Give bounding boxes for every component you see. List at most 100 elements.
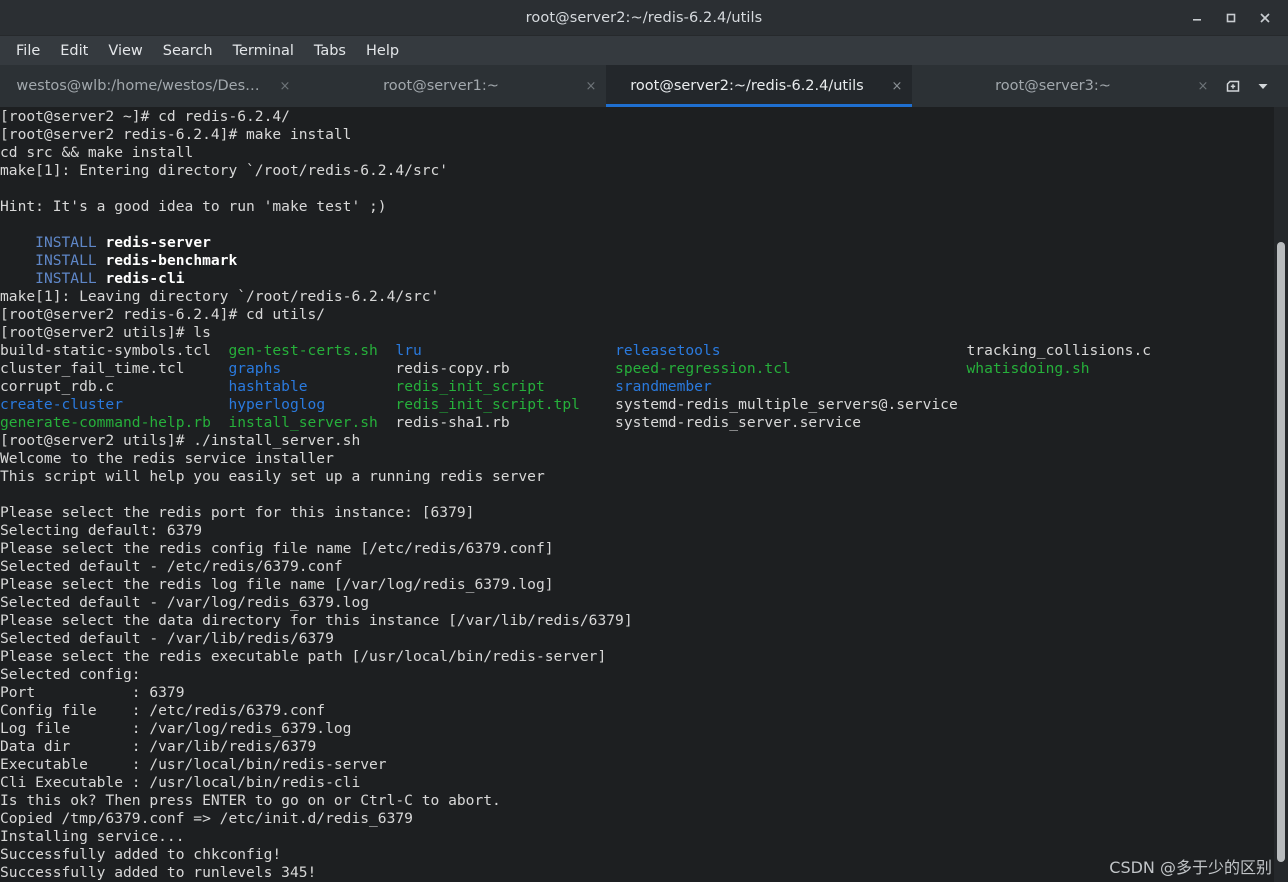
terminal-text: [root@server2 utils]# ./install_server.s… bbox=[0, 432, 361, 449]
terminal-screen[interactable]: [root@server2 ~]# cd redis-6.2.4/ [root@s… bbox=[0, 107, 1288, 882]
terminal-line: [root@server2 utils]# ./install_server.s… bbox=[0, 432, 1288, 450]
terminal-text: Successfully added to chkconfig! bbox=[0, 846, 282, 863]
terminal-line: build-static-symbols.tcl gen-test-certs.… bbox=[0, 342, 1288, 360]
terminal-text: Port : 6379 bbox=[0, 684, 185, 701]
menu-item-terminal[interactable]: Terminal bbox=[223, 40, 304, 62]
terminal-text: redis_init_script.tpl bbox=[395, 396, 580, 413]
terminal-line: INSTALL redis-benchmark bbox=[0, 252, 1288, 270]
terminal-line: INSTALL redis-server bbox=[0, 234, 1288, 252]
terminal-line: Selected default - /var/lib/redis/6379 bbox=[0, 630, 1288, 648]
minimize-icon[interactable] bbox=[1180, 3, 1214, 33]
terminal-text: Please select the redis port for this in… bbox=[0, 504, 475, 521]
terminal-text: Installing service... bbox=[0, 828, 185, 845]
scrollbar-thumb[interactable] bbox=[1277, 242, 1285, 862]
tab-label: root@server1:~ bbox=[383, 78, 499, 94]
tab-bar-actions bbox=[1218, 65, 1284, 107]
terminal-line: Is this ok? Then press ENTER to go on or… bbox=[0, 792, 1288, 810]
terminal-line: cd src && make install bbox=[0, 144, 1288, 162]
terminal-text: Selected config: bbox=[0, 666, 141, 683]
terminal-text: Cli Executable : /usr/local/bin/redis-cl… bbox=[0, 774, 361, 791]
terminal-text: gen-test-certs.sh bbox=[228, 342, 378, 359]
terminal-text: Selected default - /etc/redis/6379.conf bbox=[0, 558, 343, 575]
terminal-text: [root@server2 redis-6.2.4]# cd utils/ bbox=[0, 306, 326, 323]
tab-close-icon[interactable]: × bbox=[274, 75, 296, 97]
terminal-line: [root@server2 redis-6.2.4]# cd utils/ bbox=[0, 306, 1288, 324]
terminal-scrollbar[interactable] bbox=[1274, 107, 1288, 882]
terminal-text: redis-cli bbox=[105, 270, 185, 287]
terminal-text: [root@server2 utils]# ls bbox=[0, 324, 211, 341]
terminal-text: Config file : /etc/redis/6379.conf bbox=[0, 702, 326, 719]
menu-item-file[interactable]: File bbox=[6, 40, 50, 62]
menu-item-tabs[interactable]: Tabs bbox=[304, 40, 356, 62]
terminal-line: make[1]: Entering directory `/root/redis… bbox=[0, 162, 1288, 180]
tab-root-server2-utils[interactable]: root@server2:~/redis-6.2.4/utils × bbox=[606, 65, 912, 107]
terminal-line: Data dir : /var/lib/redis/6379 bbox=[0, 738, 1288, 756]
terminal-text: speed-regression.tcl bbox=[615, 360, 791, 377]
terminal-text: redis_init_script bbox=[395, 378, 545, 395]
terminal-line: generate-command-help.rb install_server.… bbox=[0, 414, 1288, 432]
new-tab-icon[interactable] bbox=[1218, 71, 1248, 101]
terminal-line: Port : 6379 bbox=[0, 684, 1288, 702]
terminal-line: Please select the data directory for thi… bbox=[0, 612, 1288, 630]
terminal-line: Selected config: bbox=[0, 666, 1288, 684]
tab-root-server1[interactable]: root@server1:~ × bbox=[300, 65, 606, 107]
terminal-line: [root@server2 ~]# cd redis-6.2.4/ bbox=[0, 108, 1288, 126]
terminal-text: INSTALL bbox=[35, 234, 97, 251]
terminal-text: systemd-redis_multiple_servers@.service bbox=[579, 396, 958, 413]
terminal-text: create-cluster bbox=[0, 396, 124, 413]
tab-close-icon[interactable]: × bbox=[580, 75, 602, 97]
menu-bar: File Edit View Search Terminal Tabs Help bbox=[0, 36, 1288, 65]
tab-close-icon[interactable]: × bbox=[1192, 75, 1214, 97]
terminal-text: generate-command-help.rb bbox=[0, 414, 211, 431]
terminal-text: redis-server bbox=[105, 234, 211, 251]
terminal-text: Please select the redis log file name [/… bbox=[0, 576, 554, 593]
terminal-text: lru bbox=[395, 342, 422, 359]
terminal-text: Successfully added to runlevels 345! bbox=[0, 864, 317, 881]
watermark: CSDN @多于少的区别 bbox=[1109, 858, 1272, 877]
menu-item-help[interactable]: Help bbox=[356, 40, 409, 62]
close-icon[interactable] bbox=[1248, 3, 1282, 33]
terminal-line: Welcome to the redis service installer bbox=[0, 450, 1288, 468]
menu-item-edit[interactable]: Edit bbox=[50, 40, 98, 62]
terminal-text: Executable : /usr/local/bin/redis-server bbox=[0, 756, 387, 773]
menu-item-search[interactable]: Search bbox=[153, 40, 223, 62]
terminal-text: Welcome to the redis service installer bbox=[0, 450, 334, 467]
terminal-text: srandmember bbox=[615, 378, 712, 395]
terminal-window: root@server2:~/redis-6.2.4/utils File Ed… bbox=[0, 0, 1288, 882]
title-bar: root@server2:~/redis-6.2.4/utils bbox=[0, 0, 1288, 36]
menu-item-view[interactable]: View bbox=[98, 40, 152, 62]
terminal-text: Is this ok? Then press ENTER to go on or… bbox=[0, 792, 501, 809]
terminal-line: Copied /tmp/6379.conf => /etc/init.d/red… bbox=[0, 810, 1288, 828]
terminal-text: Please select the redis executable path … bbox=[0, 648, 607, 665]
tab-westos-wlb[interactable]: westos@wlb:/home/westos/Des… × bbox=[0, 65, 300, 107]
tab-root-server3[interactable]: root@server3:~ × bbox=[912, 65, 1218, 107]
terminal-text: Data dir : /var/lib/redis/6379 bbox=[0, 738, 317, 755]
terminal-line: cluster_fail_time.tcl graphs redis-copy.… bbox=[0, 360, 1288, 378]
terminal-line: Successfully added to runlevels 345! bbox=[0, 864, 1288, 882]
terminal-text: redis-copy.rb bbox=[281, 360, 616, 377]
chevron-down-icon[interactable] bbox=[1248, 71, 1278, 101]
terminal-text: This script will help you easily set up … bbox=[0, 468, 545, 485]
maximize-icon[interactable] bbox=[1214, 3, 1248, 33]
terminal-text: Log file : /var/log/redis_6379.log bbox=[0, 720, 352, 737]
terminal-line: Selected default - /var/log/redis_6379.l… bbox=[0, 594, 1288, 612]
window-title: root@server2:~/redis-6.2.4/utils bbox=[525, 9, 763, 26]
tab-bar: westos@wlb:/home/westos/Des… × root@serv… bbox=[0, 65, 1288, 107]
terminal-text: [root@server2 ~]# cd redis-6.2.4/ bbox=[0, 108, 290, 125]
window-controls bbox=[1180, 0, 1282, 35]
tab-close-icon[interactable]: × bbox=[886, 75, 908, 97]
terminal-text: hyperloglog bbox=[228, 396, 326, 413]
terminal-line: Successfully added to chkconfig! bbox=[0, 846, 1288, 864]
terminal-line: create-cluster hyperloglog redis_init_sc… bbox=[0, 396, 1288, 414]
terminal-text: cluster_fail_time.tcl bbox=[0, 360, 229, 377]
